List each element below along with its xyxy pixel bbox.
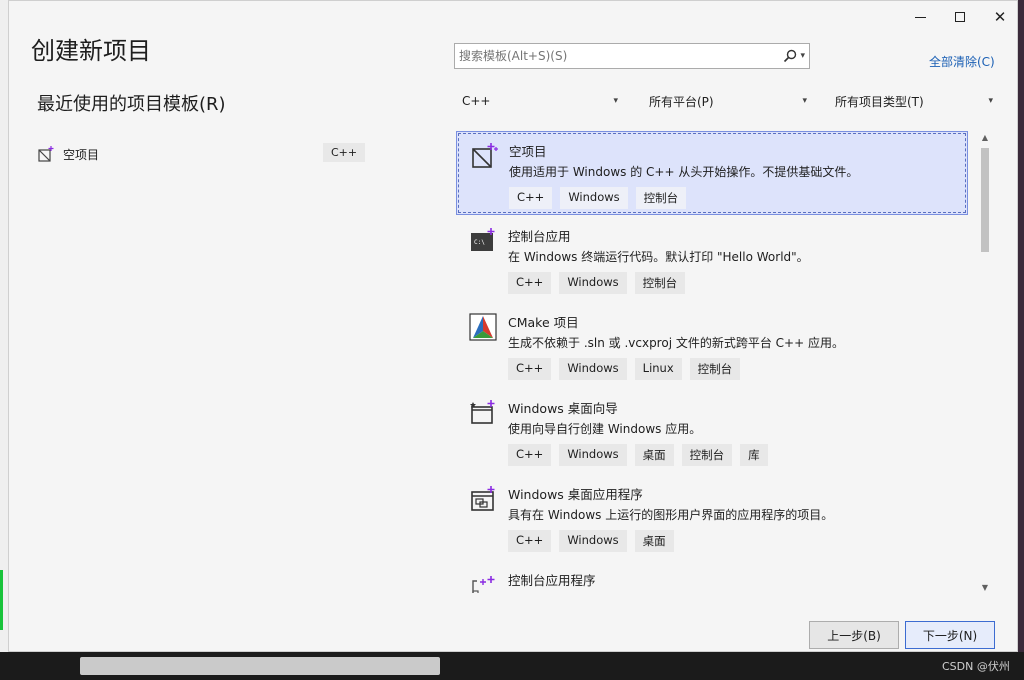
svg-text:C:\: C:\ [474,239,485,246]
template-item-desktop-wizard[interactable]: Windows 桌面向导 使用向导自行创建 Windows 应用。 C++ Wi… [456,389,968,473]
chevron-down-icon[interactable]: ▾ [800,51,805,61]
background-window-right [1018,0,1024,680]
template-name: 控制台应用 [508,229,571,244]
template-tag: 桌面 [634,530,674,552]
background-accent [0,570,3,630]
template-tag: C++ [508,444,552,466]
language-filter[interactable]: C++ ▾ [456,90,620,112]
close-button[interactable]: ✕ [985,5,1015,29]
recent-templates-heading: 最近使用的项目模板(R) [37,94,226,115]
template-tag: 桌面 [634,444,674,466]
template-description: 使用适用于 Windows 的 C++ 从头开始操作。不提供基础文件。 [509,165,859,179]
template-tags: C++ Windows Linux 控制台 [508,358,741,380]
template-description: 使用向导自行创建 Windows 应用。 [508,422,702,436]
template-tags: C++ Windows 桌面 控制台 库 [508,444,768,466]
template-item-console-wizard[interactable]: 控制台应用程序 [456,561,968,593]
platform-filter-value: 所有平台(P) [649,94,714,109]
template-tags: C++ Windows 控制台 [508,272,686,294]
maximize-button[interactable] [945,5,975,29]
template-tags: C++ Windows 控制台 [509,187,687,209]
minimize-icon [914,16,926,18]
chevron-down-icon: ▾ [802,96,807,106]
template-tag: 控制台 [634,272,686,294]
template-tag: Windows [560,187,628,209]
template-description: 具有在 Windows 上运行的图形用户界面的应用程序的项目。 [508,508,834,522]
template-name: Windows 桌面应用程序 [508,487,643,502]
template-tag: Windows [559,444,627,466]
next-button[interactable]: 下一步(N) [905,621,995,649]
empty-project-icon [38,146,54,162]
template-tag: Windows [559,272,627,294]
scroll-down-icon[interactable]: ▼ [979,582,991,594]
platform-filter[interactable]: 所有平台(P) ▾ [643,90,809,112]
desktop-app-icon [471,486,495,511]
back-button[interactable]: 上一步(B) [809,621,899,649]
console-wizard-icon [472,576,495,593]
template-item-empty-project[interactable]: 空项目 使用适用于 Windows 的 C++ 从头开始操作。不提供基础文件。 … [456,131,968,215]
watermark: CSDN @伏州 [942,660,1010,673]
wizard-icon [470,400,495,424]
template-description: 生成不依赖于 .sln 或 .vcxproj 文件的新式跨平台 C++ 应用。 [508,336,844,350]
template-item-cmake-project[interactable]: CMake 项目 生成不依赖于 .sln 或 .vcxproj 文件的新式跨平台… [456,303,968,387]
maximize-icon [955,12,965,22]
template-tag: Linux [634,358,682,380]
template-tag: Windows [559,358,627,380]
clear-all-link[interactable]: 全部清除(C) [929,53,995,70]
recent-item-tag: C++ [323,143,366,162]
empty-project-icon [472,143,498,168]
search-icon[interactable] [780,46,800,66]
language-filter-value: C++ [462,94,491,108]
template-tags: C++ Windows 桌面 [508,530,674,552]
template-tag: 控制台 [681,444,733,466]
template-tag: 控制台 [689,358,741,380]
template-tag: C++ [508,272,552,294]
create-project-dialog: ✕ 创建新项目 最近使用的项目模板(R) 空项目 C++ ▾ 全部清除(C) C… [8,0,1018,652]
recent-item-label: 空项目 [63,147,100,162]
template-name: Windows 桌面向导 [508,401,618,416]
search-input[interactable] [455,48,781,64]
template-tag: 库 [740,444,768,466]
template-tag: 控制台 [635,187,687,209]
recent-item-empty-project[interactable]: 空项目 C++ [37,142,366,166]
cmake-icon [469,313,497,341]
console-app-icon: C:\ [471,228,495,251]
project-type-filter[interactable]: 所有项目类型(T) ▾ [829,90,995,112]
template-tag: C++ [509,187,553,209]
search-box[interactable]: ▾ [454,43,810,69]
project-type-filter-value: 所有项目类型(T) [835,94,924,109]
template-list: 空项目 使用适用于 Windows 的 C++ 从头开始操作。不提供基础文件。 … [456,129,968,593]
template-tag: C++ [508,358,552,380]
template-tag: Windows [559,530,627,552]
scroll-up-icon[interactable]: ▲ [979,132,991,144]
template-name: CMake 项目 [508,315,579,330]
minimize-button[interactable] [905,5,935,29]
template-name: 控制台应用程序 [508,573,596,588]
template-description: 在 Windows 终端运行代码。默认打印 "Hello World"。 [508,250,809,264]
template-item-console-app[interactable]: C:\ 控制台应用 在 Windows 终端运行代码。默认打印 "Hello W… [456,217,968,301]
template-list-scrollbar[interactable]: ▲ ▼ [979,132,991,594]
template-item-desktop-app[interactable]: Windows 桌面应用程序 具有在 Windows 上运行的图形用户界面的应用… [456,475,968,559]
scrollbar-thumb[interactable] [981,148,989,252]
chevron-down-icon: ▾ [613,96,618,106]
template-name: 空项目 [509,144,547,159]
chevron-down-icon: ▾ [988,96,993,106]
close-icon: ✕ [993,8,1007,26]
page-title: 创建新项目 [31,37,151,65]
template-tag: C++ [508,530,552,552]
background-text-blur [80,657,440,675]
